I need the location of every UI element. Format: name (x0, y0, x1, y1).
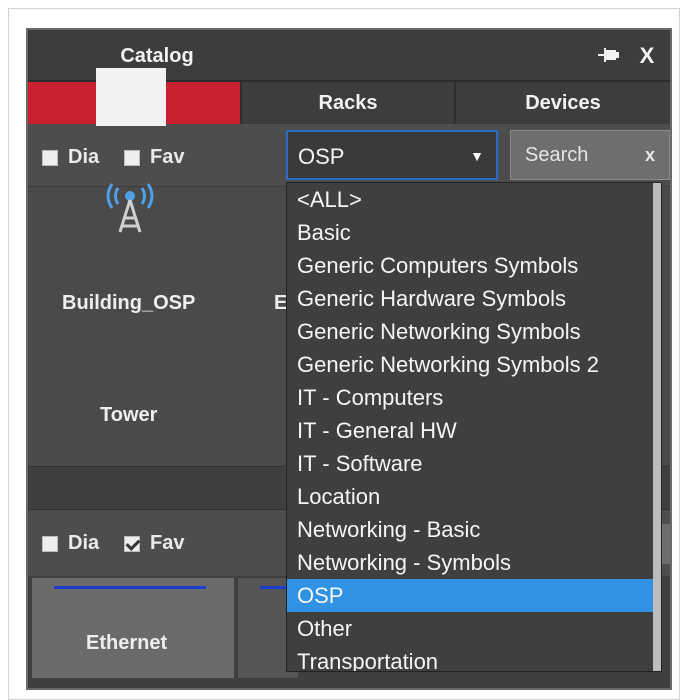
dropdown-option[interactable]: <ALL> (287, 183, 661, 216)
dropdown-option-selected[interactable]: OSP (287, 579, 661, 612)
dropdown-option[interactable]: Generic Networking Symbols (287, 315, 661, 348)
lower-fav-checkbox-label: Fav (150, 532, 185, 554)
fav-checkbox[interactable]: Fav (124, 146, 184, 169)
category-select-value: OSP (298, 144, 345, 169)
catalog-panel: Catalog X Nodes Racks Devices Dia Fav OS… (26, 28, 672, 690)
tab-devices[interactable]: Devices (456, 82, 670, 124)
node-label-building[interactable]: Building_OSP (62, 292, 195, 315)
dropdown-option[interactable]: Basic (287, 216, 661, 249)
category-select[interactable]: OSP ▼ (286, 130, 498, 180)
dropdown-option[interactable]: Location (287, 480, 661, 513)
dropdown-option[interactable]: Generic Networking Symbols 2 (287, 348, 661, 381)
link-tile-ethernet[interactable] (32, 578, 234, 678)
dropdown-option[interactable]: Generic Hardware Symbols (287, 282, 661, 315)
lower-fav-checkbox[interactable]: Fav (124, 532, 184, 555)
dropdown-option[interactable]: IT - Software (287, 447, 661, 480)
lower-fav-checkbox-box[interactable] (124, 535, 140, 552)
dropdown-option[interactable]: Other (287, 612, 661, 645)
dropdown-option[interactable]: IT - General HW (287, 414, 661, 447)
dia-checkbox[interactable]: Dia (42, 146, 99, 169)
dropdown-option[interactable]: IT - Computers (287, 381, 661, 414)
tab-racks[interactable]: Racks (242, 82, 456, 124)
dropdown-option[interactable]: Transportation (287, 645, 661, 671)
search-placeholder: Search (525, 144, 589, 166)
close-icon[interactable]: X (634, 42, 660, 70)
dropdown-option[interactable]: Networking - Basic (287, 513, 661, 546)
building-icon[interactable] (96, 68, 166, 126)
lower-dia-checkbox-label: Dia (68, 532, 100, 554)
pin-icon[interactable] (598, 47, 620, 65)
category-dropdown-list: <ALL> Basic Generic Computers Symbols Ge… (286, 182, 662, 672)
dia-checkbox-label: Dia (68, 146, 100, 168)
fav-checkbox-box[interactable] (124, 149, 140, 166)
fav-checkbox-label: Fav (150, 146, 185, 168)
link-label-ethernet[interactable]: Ethernet (86, 632, 167, 655)
chevron-down-icon[interactable]: ▼ (470, 148, 484, 164)
search-input[interactable]: Search x (510, 130, 670, 180)
tower-icon[interactable] (100, 178, 160, 234)
node-label-tower[interactable]: Tower (100, 404, 157, 427)
dia-checkbox-box[interactable] (42, 149, 58, 166)
ethernet-line-icon (54, 586, 206, 589)
lower-dia-checkbox-box[interactable] (42, 535, 58, 552)
lower-dia-checkbox[interactable]: Dia (42, 532, 99, 555)
dropdown-option[interactable]: Networking - Symbols (287, 546, 661, 579)
search-clear-button[interactable]: x (645, 145, 655, 166)
dropdown-option[interactable]: Generic Computers Symbols (287, 249, 661, 282)
dropdown-scrollbar[interactable] (653, 183, 661, 671)
